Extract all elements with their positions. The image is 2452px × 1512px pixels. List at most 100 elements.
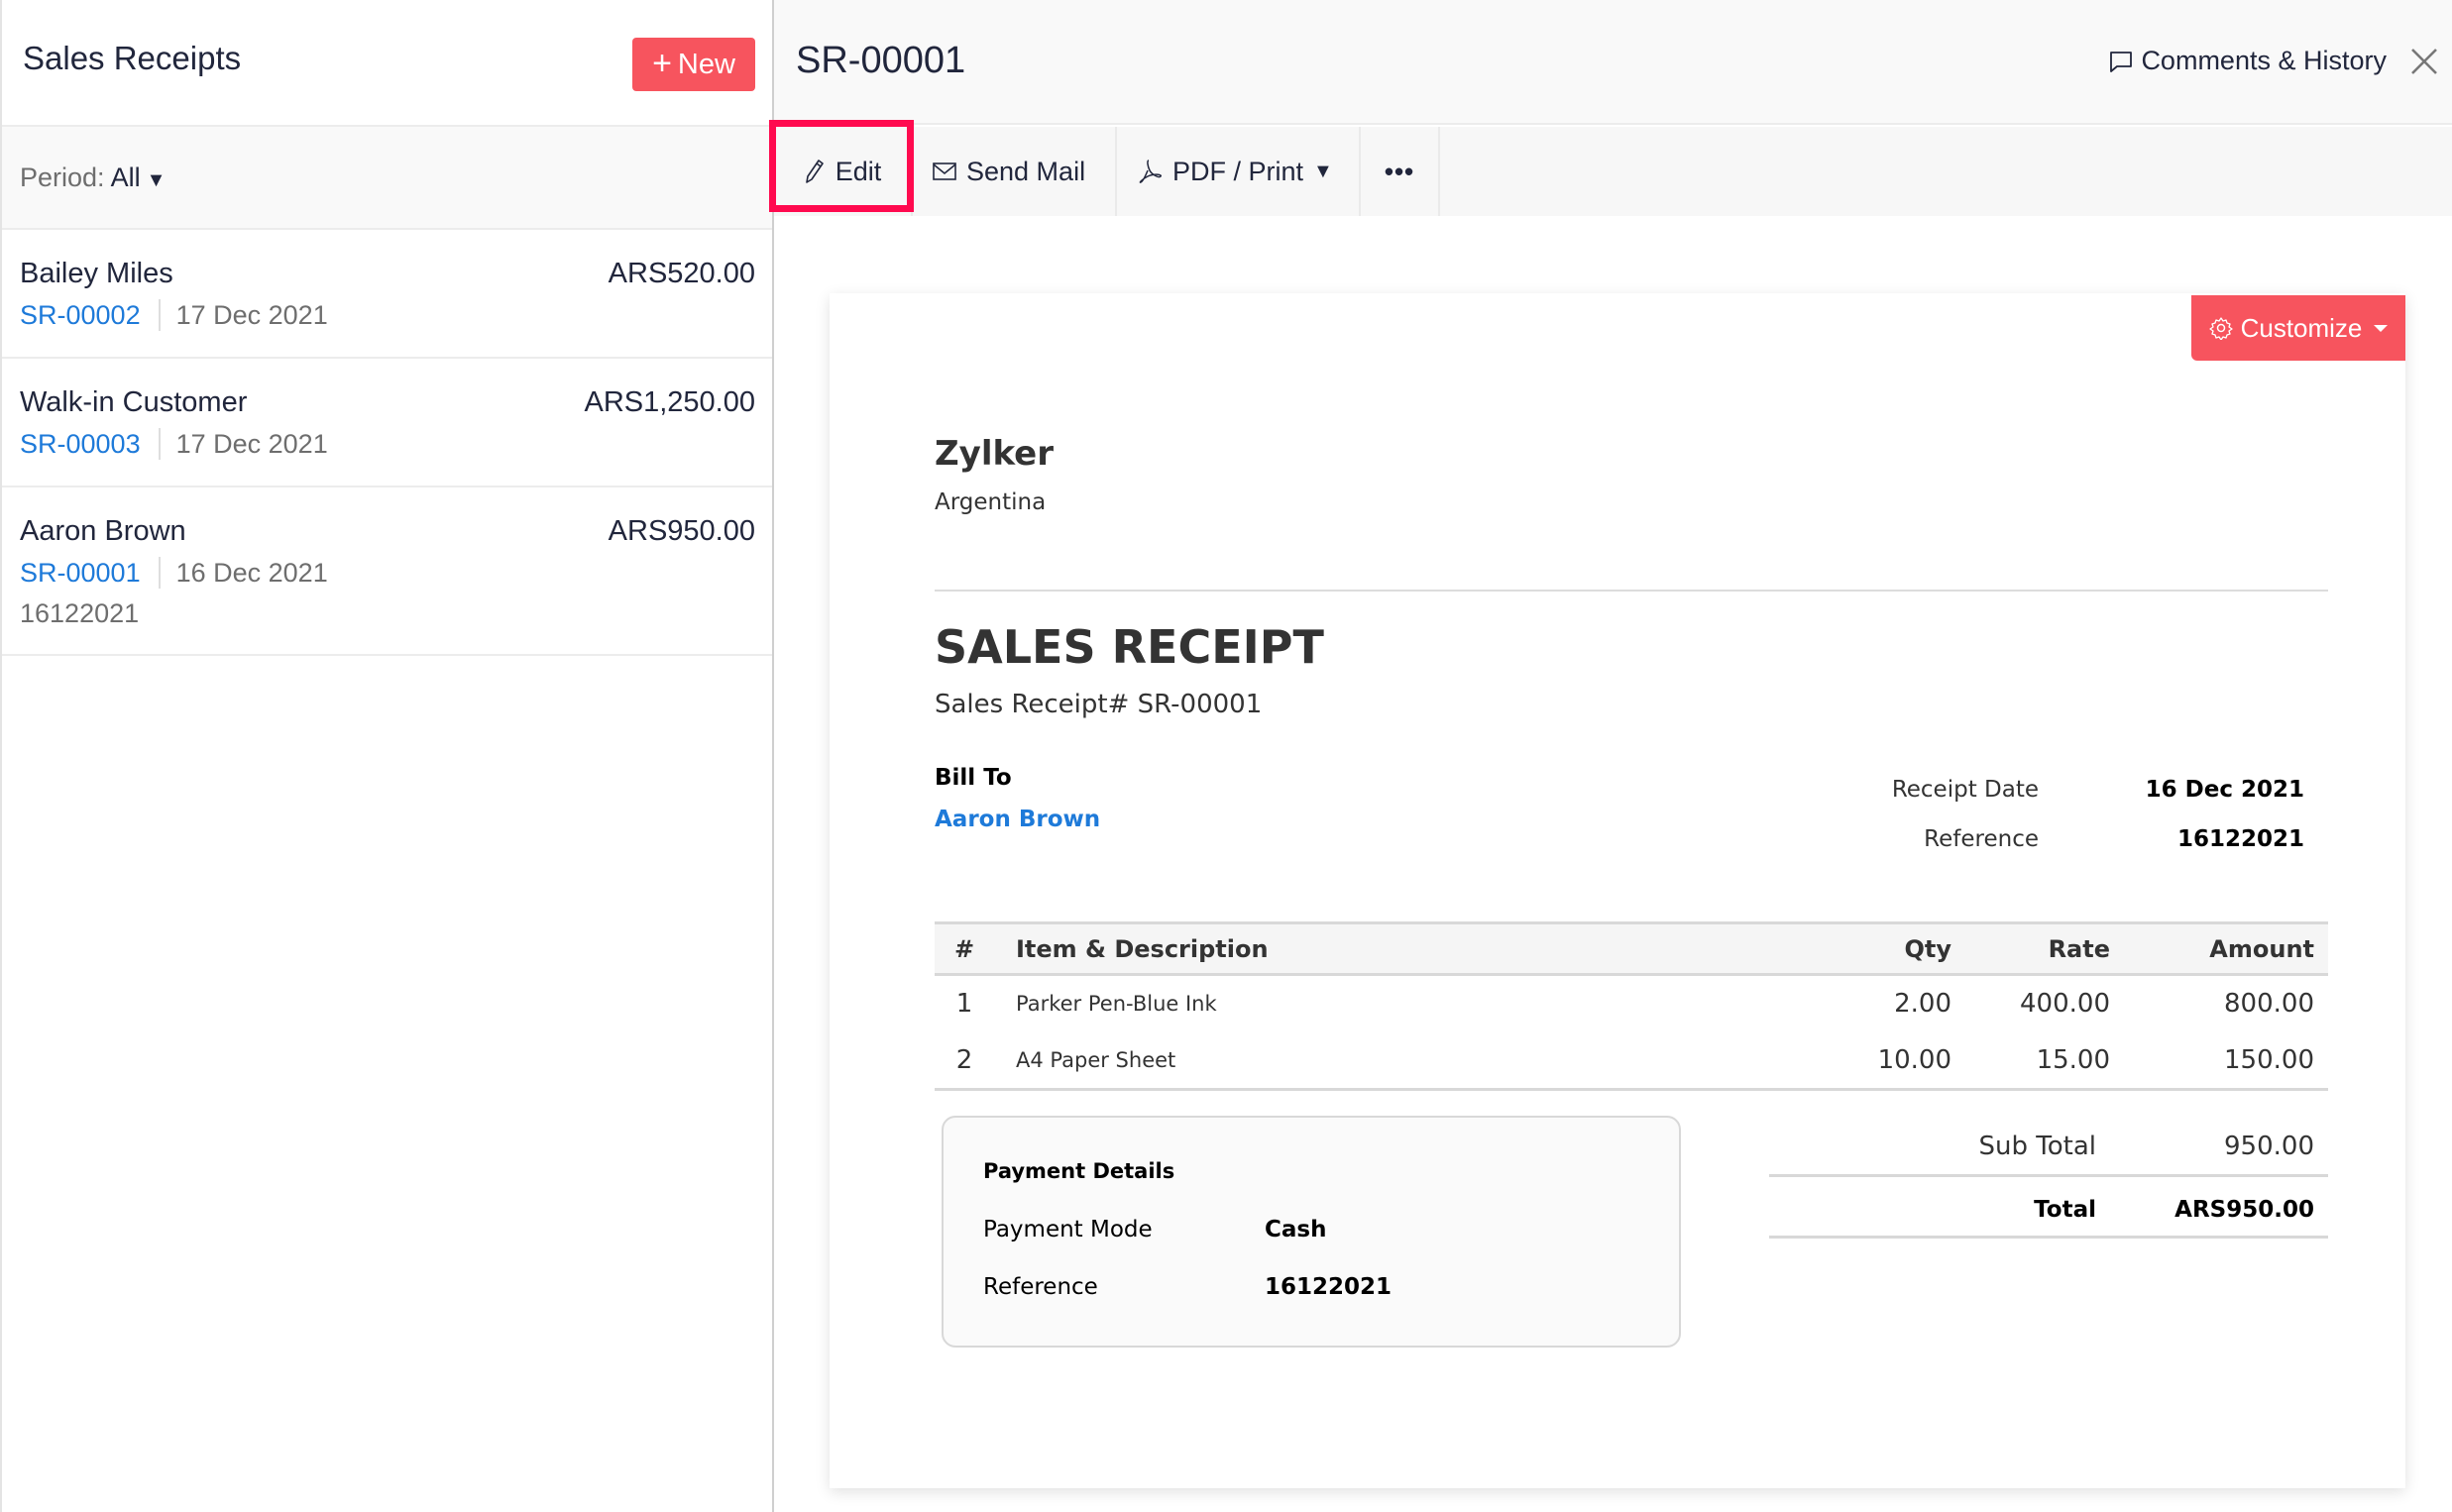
subtotal-label: Sub Total [1978, 1132, 2096, 1161]
send-mail-button[interactable]: Send Mail [913, 127, 1117, 216]
receipt-amount: ARS950.00 [608, 515, 755, 547]
document-number: Sales Receipt# SR-00001 [935, 690, 1263, 719]
new-receipt-button[interactable]: + New [632, 38, 755, 91]
payment-mode-value: Cash [1265, 1217, 1327, 1242]
caret-down-icon: ▼ [146, 169, 167, 191]
divider [158, 428, 161, 460]
filter-bar: Period: All ▼ [2, 127, 772, 230]
caret-down-icon: ▼ [1313, 160, 1333, 182]
subtotal-row: Sub Total 950.00 [1769, 1116, 2328, 1177]
ellipsis-icon: ••• [1384, 156, 1415, 186]
receipts-list: Bailey Miles ARS520.00 SR-00002 17 Dec 2… [2, 230, 772, 656]
pdf-print-label: PDF / Print [1172, 156, 1304, 186]
list-item-selected[interactable]: Aaron Brown ARS950.00 SR-00001 16 Dec 20… [2, 487, 772, 656]
receipt-number-link[interactable]: SR-00003 [20, 429, 141, 460]
payment-mode-label: Payment Mode [983, 1217, 1153, 1242]
list-item[interactable]: Bailey Miles ARS520.00 SR-00002 17 Dec 2… [2, 230, 772, 359]
customer-name: Bailey Miles [20, 258, 173, 289]
subtotal-value: 950.00 [2224, 1132, 2314, 1161]
reference-value: 16122021 [2176, 826, 2304, 852]
caret-down-icon [2374, 324, 2389, 332]
divider [158, 299, 161, 331]
item-rate: 400.00 [2020, 989, 2110, 1020]
col-rate: Rate [2048, 934, 2110, 963]
item-amount: 150.00 [2224, 1044, 2314, 1075]
item-description: Parker Pen-Blue Ink [1016, 992, 1217, 1017]
divider [158, 557, 161, 589]
edit-label: Edit [835, 156, 882, 186]
receipt-reference: 16122021 [20, 598, 140, 628]
receipts-list-panel: Sales Receipts + New Period: All ▼ Bailey… [0, 0, 774, 1512]
item-rate: 15.00 [2036, 1044, 2110, 1075]
comments-label: Comments & History [2141, 46, 2387, 75]
customize-label: Customize [2240, 312, 2363, 343]
list-item[interactable]: Walk-in Customer ARS1,250.00 SR-00003 17… [2, 359, 772, 487]
plus-icon: + [652, 44, 672, 82]
line-number: 1 [955, 989, 973, 1020]
receipt-amount: ARS1,250.00 [584, 386, 755, 418]
period-label: Period: [20, 162, 105, 192]
document-type-heading: SALES RECEIPT [935, 620, 1324, 674]
customer-name: Walk-in Customer [20, 386, 248, 418]
receipt-document: Customize Zylker Argentina SALES RECEIPT… [830, 293, 2405, 1488]
total-value: ARS950.00 [2174, 1197, 2314, 1223]
reference-row: Reference 16122021 [1722, 826, 2316, 866]
col-item-description: Item & Description [1016, 934, 1269, 963]
payment-details-title: Payment Details [983, 1159, 1175, 1183]
detail-title: SR-00001 [796, 40, 966, 81]
receipt-date: 17 Dec 2021 [175, 299, 328, 330]
action-toolbar: Edit Send Mail PDF / Print ▼ ••• [774, 127, 2452, 216]
customer-name: Aaron Brown [20, 515, 186, 547]
table-row: 2 A4 Paper Sheet 10.00 15.00 150.00 [935, 1032, 2328, 1090]
receipt-date-value: 16 Dec 2021 [2145, 777, 2304, 803]
list-header: Sales Receipts + New [2, 0, 772, 127]
bill-to-label: Bill To [935, 765, 1012, 791]
comments-history-button[interactable]: Comments & History [2109, 46, 2387, 76]
pdf-icon [1139, 160, 1163, 183]
list-title: Sales Receipts [23, 40, 242, 76]
divider [935, 590, 2328, 592]
period-value: All [110, 162, 141, 192]
receipt-date: 16 Dec 2021 [175, 557, 328, 588]
totals-section: Sub Total 950.00 Total ARS950.00 [1769, 1116, 2328, 1239]
receipt-date: 17 Dec 2021 [175, 428, 328, 459]
col-number: # [953, 934, 975, 963]
line-items-table: # Item & Description Qty Rate Amount 1 P… [935, 921, 2328, 1091]
item-description: A4 Paper Sheet [1016, 1047, 1176, 1072]
receipt-date-row: Receipt Date 16 Dec 2021 [1722, 777, 2316, 816]
company-country: Argentina [935, 489, 1047, 515]
table-row: 1 Parker Pen-Blue Ink 2.00 400.00 800.00 [935, 975, 2328, 1032]
table-header-row: # Item & Description Qty Rate Amount [935, 922, 2328, 975]
customize-dropdown[interactable]: Customize [2191, 295, 2405, 361]
envelope-icon [933, 162, 956, 180]
receipt-number-link[interactable]: SR-00001 [20, 558, 141, 589]
detail-header: SR-00001 Comments & History [774, 0, 2452, 125]
col-amount: Amount [2209, 934, 2314, 963]
send-mail-label: Send Mail [966, 156, 1086, 186]
col-qty: Qty [1904, 934, 1951, 963]
receipt-date-label: Receipt Date [1891, 777, 2039, 803]
more-options-button[interactable]: ••• [1361, 127, 1440, 216]
receipt-amount: ARS520.00 [608, 258, 755, 289]
new-button-label: New [677, 48, 735, 80]
item-qty: 2.00 [1894, 989, 1951, 1020]
total-label: Total [2034, 1197, 2096, 1223]
bill-to-customer-link[interactable]: Aaron Brown [935, 807, 1100, 832]
receipt-number-link[interactable]: SR-00002 [20, 300, 141, 331]
item-amount: 800.00 [2224, 989, 2314, 1020]
line-number: 2 [955, 1044, 973, 1075]
comment-icon [2110, 51, 2133, 72]
reference-label: Reference [1924, 826, 2039, 852]
payment-reference-value: 16122021 [1265, 1274, 1393, 1300]
total-row: Total ARS950.00 [1769, 1177, 2328, 1239]
pencil-icon [805, 160, 824, 183]
payment-reference-label: Reference [983, 1274, 1098, 1300]
edit-button[interactable]: Edit [774, 127, 913, 216]
company-name: Zylker [935, 434, 1054, 474]
item-qty: 10.00 [1877, 1044, 1951, 1075]
gear-icon [2208, 317, 2233, 340]
period-filter-dropdown[interactable]: Period: All ▼ [20, 162, 166, 193]
pdf-print-dropdown[interactable]: PDF / Print ▼ [1117, 127, 1361, 216]
payment-details-box: Payment Details Payment Mode Cash Refere… [942, 1116, 1681, 1348]
close-icon[interactable] [2406, 44, 2442, 79]
